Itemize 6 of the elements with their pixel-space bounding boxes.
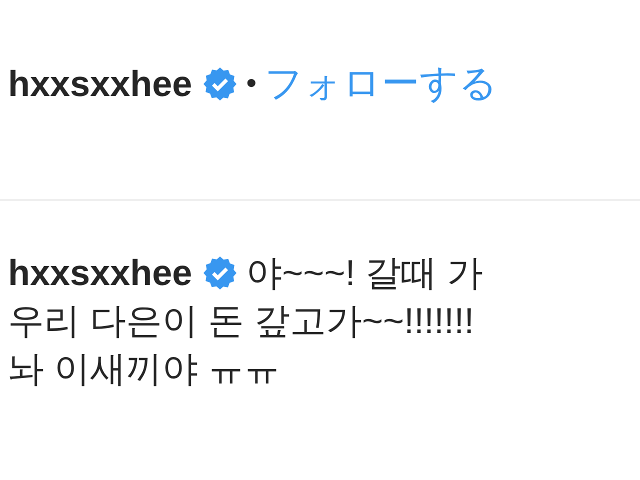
comment-text: 야~~~! 갈때 가 [246,251,484,295]
username-link[interactable]: hxxsxxhee [8,252,192,294]
separator-dot: • [246,66,257,100]
username-link[interactable]: hxxsxxhee [8,62,192,104]
comment-text: 우리 다은이 돈 갚고가~~!!!!!!! [8,299,476,343]
comment-text: 놔 이새끼야 ㅠㅠ [8,347,282,391]
